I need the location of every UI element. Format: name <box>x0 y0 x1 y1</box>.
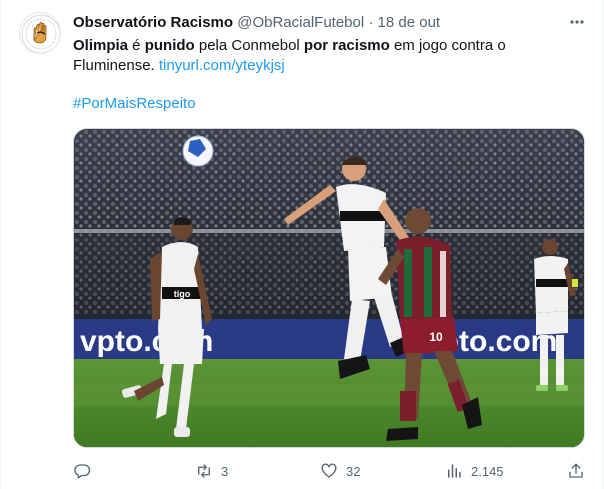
observatorio-logo-icon <box>21 14 60 53</box>
more-icon <box>570 20 584 24</box>
text-bold-olimpia: Olimpia <box>73 37 129 54</box>
tweet-date[interactable]: 18 de out <box>378 14 441 31</box>
tweet-photo[interactable]: vpto.com vpto.com tigo 10 <box>73 128 585 448</box>
avatar[interactable] <box>19 12 61 54</box>
retweet-count: 3 <box>221 463 229 479</box>
retweet-button[interactable]: 3 <box>195 458 228 484</box>
text-bold-por-racismo: por racismo <box>303 37 390 54</box>
views-count: 2.145 <box>471 463 504 479</box>
jersey-sponsor-left: tigo <box>174 289 191 299</box>
heart-icon <box>321 463 337 478</box>
hashtag-link[interactable]: #PorMaisRespeito <box>73 94 196 114</box>
tweet-actions: 3 32 2.145 <box>73 458 588 484</box>
author-handle[interactable]: @ObRacialFutebol <box>237 14 364 31</box>
text-segment: pela Conmebol <box>194 37 304 54</box>
more-options-button[interactable] <box>567 12 587 32</box>
views-button[interactable]: 2.145 <box>445 458 504 484</box>
share-icon <box>569 463 583 478</box>
tweet-header: Observatório Racismo @ObRacialFutebol · … <box>73 13 587 33</box>
jersey-number: 10 <box>429 330 443 344</box>
tweet-link[interactable]: tinyurl.com/yteykjsj <box>159 57 285 74</box>
views-chart-icon <box>448 464 461 478</box>
reply-icon <box>74 464 91 479</box>
text-bold-punido: punido <box>144 37 195 54</box>
share-button[interactable] <box>567 458 585 484</box>
reply-button[interactable] <box>73 458 99 484</box>
author-name[interactable]: Observatório Racismo <box>73 14 233 31</box>
separator-dot: · <box>368 14 374 31</box>
soccer-ball-icon <box>182 135 214 167</box>
text-segment: é <box>128 37 145 54</box>
like-button[interactable]: 32 <box>320 458 360 484</box>
like-count: 32 <box>346 463 361 479</box>
tweet-card[interactable]: Observatório Racismo @ObRacialFutebol · … <box>0 0 604 489</box>
football-match-image: vpto.com vpto.com tigo 10 <box>74 129 584 447</box>
retweet-icon <box>198 464 210 478</box>
tweet-text: Olimpia é punido pela Conmebol por racis… <box>73 36 588 76</box>
